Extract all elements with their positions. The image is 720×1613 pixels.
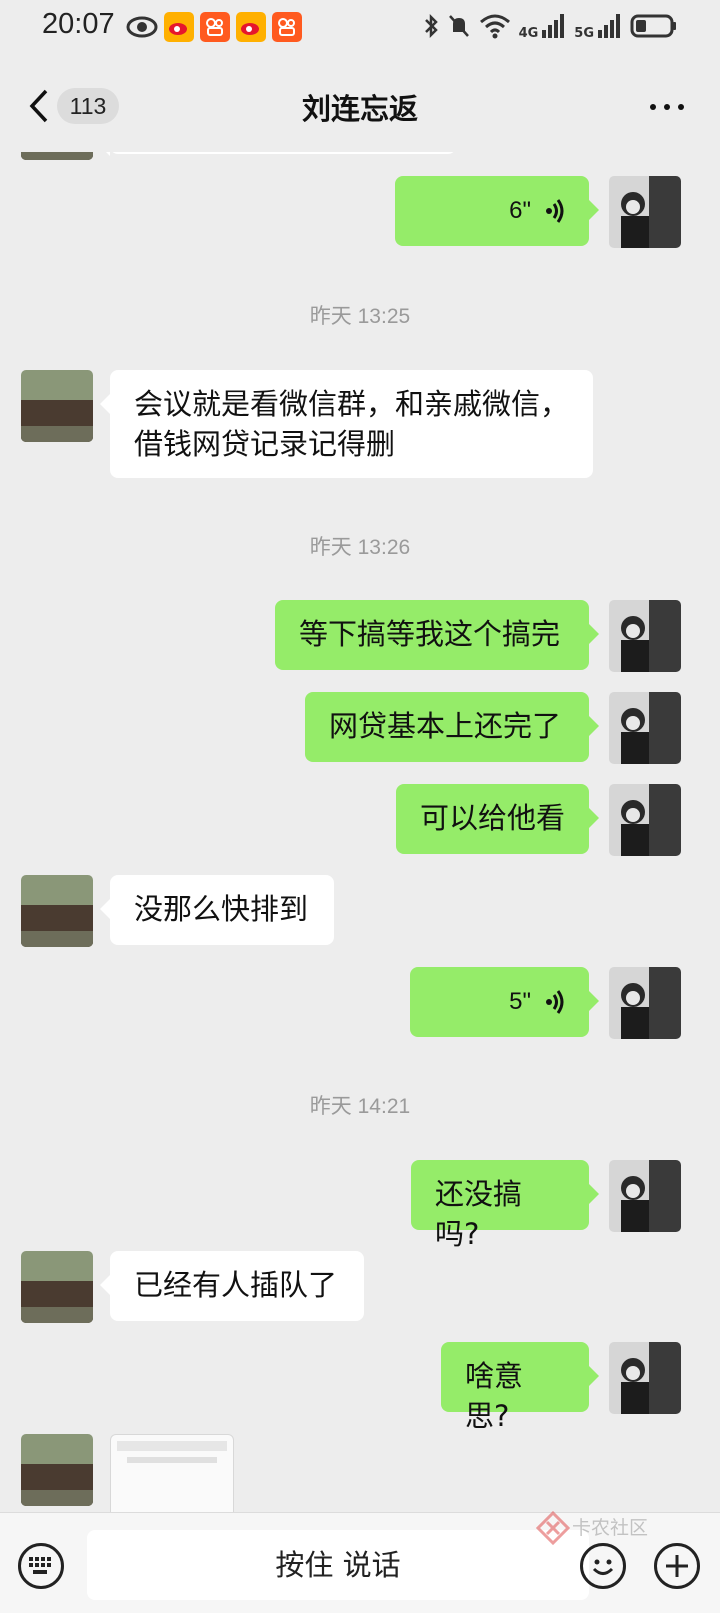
my-avatar[interactable] (609, 692, 681, 764)
voice-message-bubble[interactable]: 6" (395, 176, 599, 246)
signal-icon (542, 14, 565, 38)
message-text: 网贷基本上还完了 (329, 709, 562, 743)
bluetooth-icon (424, 13, 438, 39)
message-text: 啥意思? (465, 1359, 524, 1433)
contact-avatar[interactable] (21, 875, 93, 947)
voice-wave-icon (546, 199, 564, 223)
my-avatar[interactable] (609, 600, 681, 672)
voice-duration: 5" (509, 988, 531, 1015)
network-4g-label: 4G (518, 26, 539, 41)
signal-icon (598, 14, 620, 38)
kuaishou-icon (200, 12, 230, 42)
text-message-bubble[interactable]: 会议就是看微信群，和亲戚微信， 借钱网贷记录记得删 (100, 370, 593, 478)
contact-avatar[interactable] (21, 152, 93, 160)
my-avatar[interactable] (609, 784, 681, 856)
notification-icons (126, 12, 302, 42)
my-avatar[interactable] (609, 1160, 681, 1232)
message-text: 没那么快排到 (134, 892, 309, 926)
eye-icon (126, 16, 158, 38)
partial-message-bubble[interactable] (100, 152, 456, 156)
my-avatar[interactable] (609, 967, 681, 1039)
weibo-icon (236, 12, 266, 42)
voice-message-bubble[interactable]: 5" (410, 967, 599, 1037)
keyboard-icon[interactable] (18, 1543, 64, 1589)
status-time: 20:07 (42, 8, 115, 40)
timestamp: 昨天 13:25 (309, 305, 411, 328)
contact-avatar[interactable] (21, 370, 93, 442)
timestamp: 昨天 14:21 (309, 1095, 411, 1118)
message-text: 可以给他看 (420, 801, 566, 835)
message-text-line: 会议就是看微信群，和亲戚微信， (134, 387, 570, 421)
image-message-thumbnail[interactable] (110, 1434, 234, 1512)
contact-avatar[interactable] (21, 1434, 93, 1506)
battery-icon (630, 14, 676, 38)
text-message-bubble[interactable]: 还没搞吗? (411, 1160, 599, 1251)
text-message-bubble[interactable]: 等下搞等我这个搞完 (275, 600, 599, 670)
text-message-bubble[interactable]: 已经有人插队了 (100, 1251, 364, 1321)
mute-icon (448, 15, 469, 37)
text-message-bubble[interactable]: 啥意思? (441, 1342, 599, 1433)
emoji-icon[interactable] (580, 1543, 626, 1589)
wifi-icon (479, 14, 510, 39)
text-message-bubble[interactable]: 网贷基本上还完了 (305, 692, 599, 762)
chat-header: 113 刘连忘返 (0, 56, 720, 152)
hold-to-talk-button[interactable]: 按住 说话 (87, 1530, 589, 1600)
message-text: 还没搞吗? (435, 1177, 523, 1251)
chat-title: 刘连忘返 (301, 92, 418, 126)
message-list[interactable]: 6" 昨天 13:25 会议就是看微信群，和亲戚微信， 借钱网贷记录记得删 昨天… (0, 152, 720, 1512)
watermark-logo: 卡农社区 (536, 1509, 666, 1549)
network-5g-label: 5G (574, 26, 594, 41)
system-icons: 4G 5G (423, 12, 678, 40)
message-text: 已经有人插队了 (134, 1268, 338, 1302)
weibo-icon (164, 12, 194, 42)
text-message-bubble[interactable]: 没那么快排到 (100, 875, 334, 945)
message-text: 等下搞等我这个搞完 (299, 617, 561, 651)
my-avatar[interactable] (609, 176, 681, 248)
my-avatar[interactable] (609, 1342, 681, 1414)
input-bar: 按住 说话 卡农社区 (0, 1509, 720, 1613)
status-bar: 20:07 4G 5G (0, 0, 720, 56)
voice-duration: 6" (509, 197, 531, 224)
message-text-line: 借钱网贷记录记得删 (134, 427, 396, 461)
timestamp: 昨天 13:26 (309, 536, 411, 559)
contact-avatar[interactable] (21, 1251, 93, 1323)
add-icon[interactable] (654, 1543, 700, 1589)
kuaishou-icon (272, 12, 302, 42)
voice-wave-icon (546, 990, 564, 1014)
watermark-text: 卡农社区 (572, 1517, 649, 1539)
text-message-bubble[interactable]: 可以给他看 (396, 784, 599, 854)
more-options-icon[interactable] (650, 104, 684, 112)
